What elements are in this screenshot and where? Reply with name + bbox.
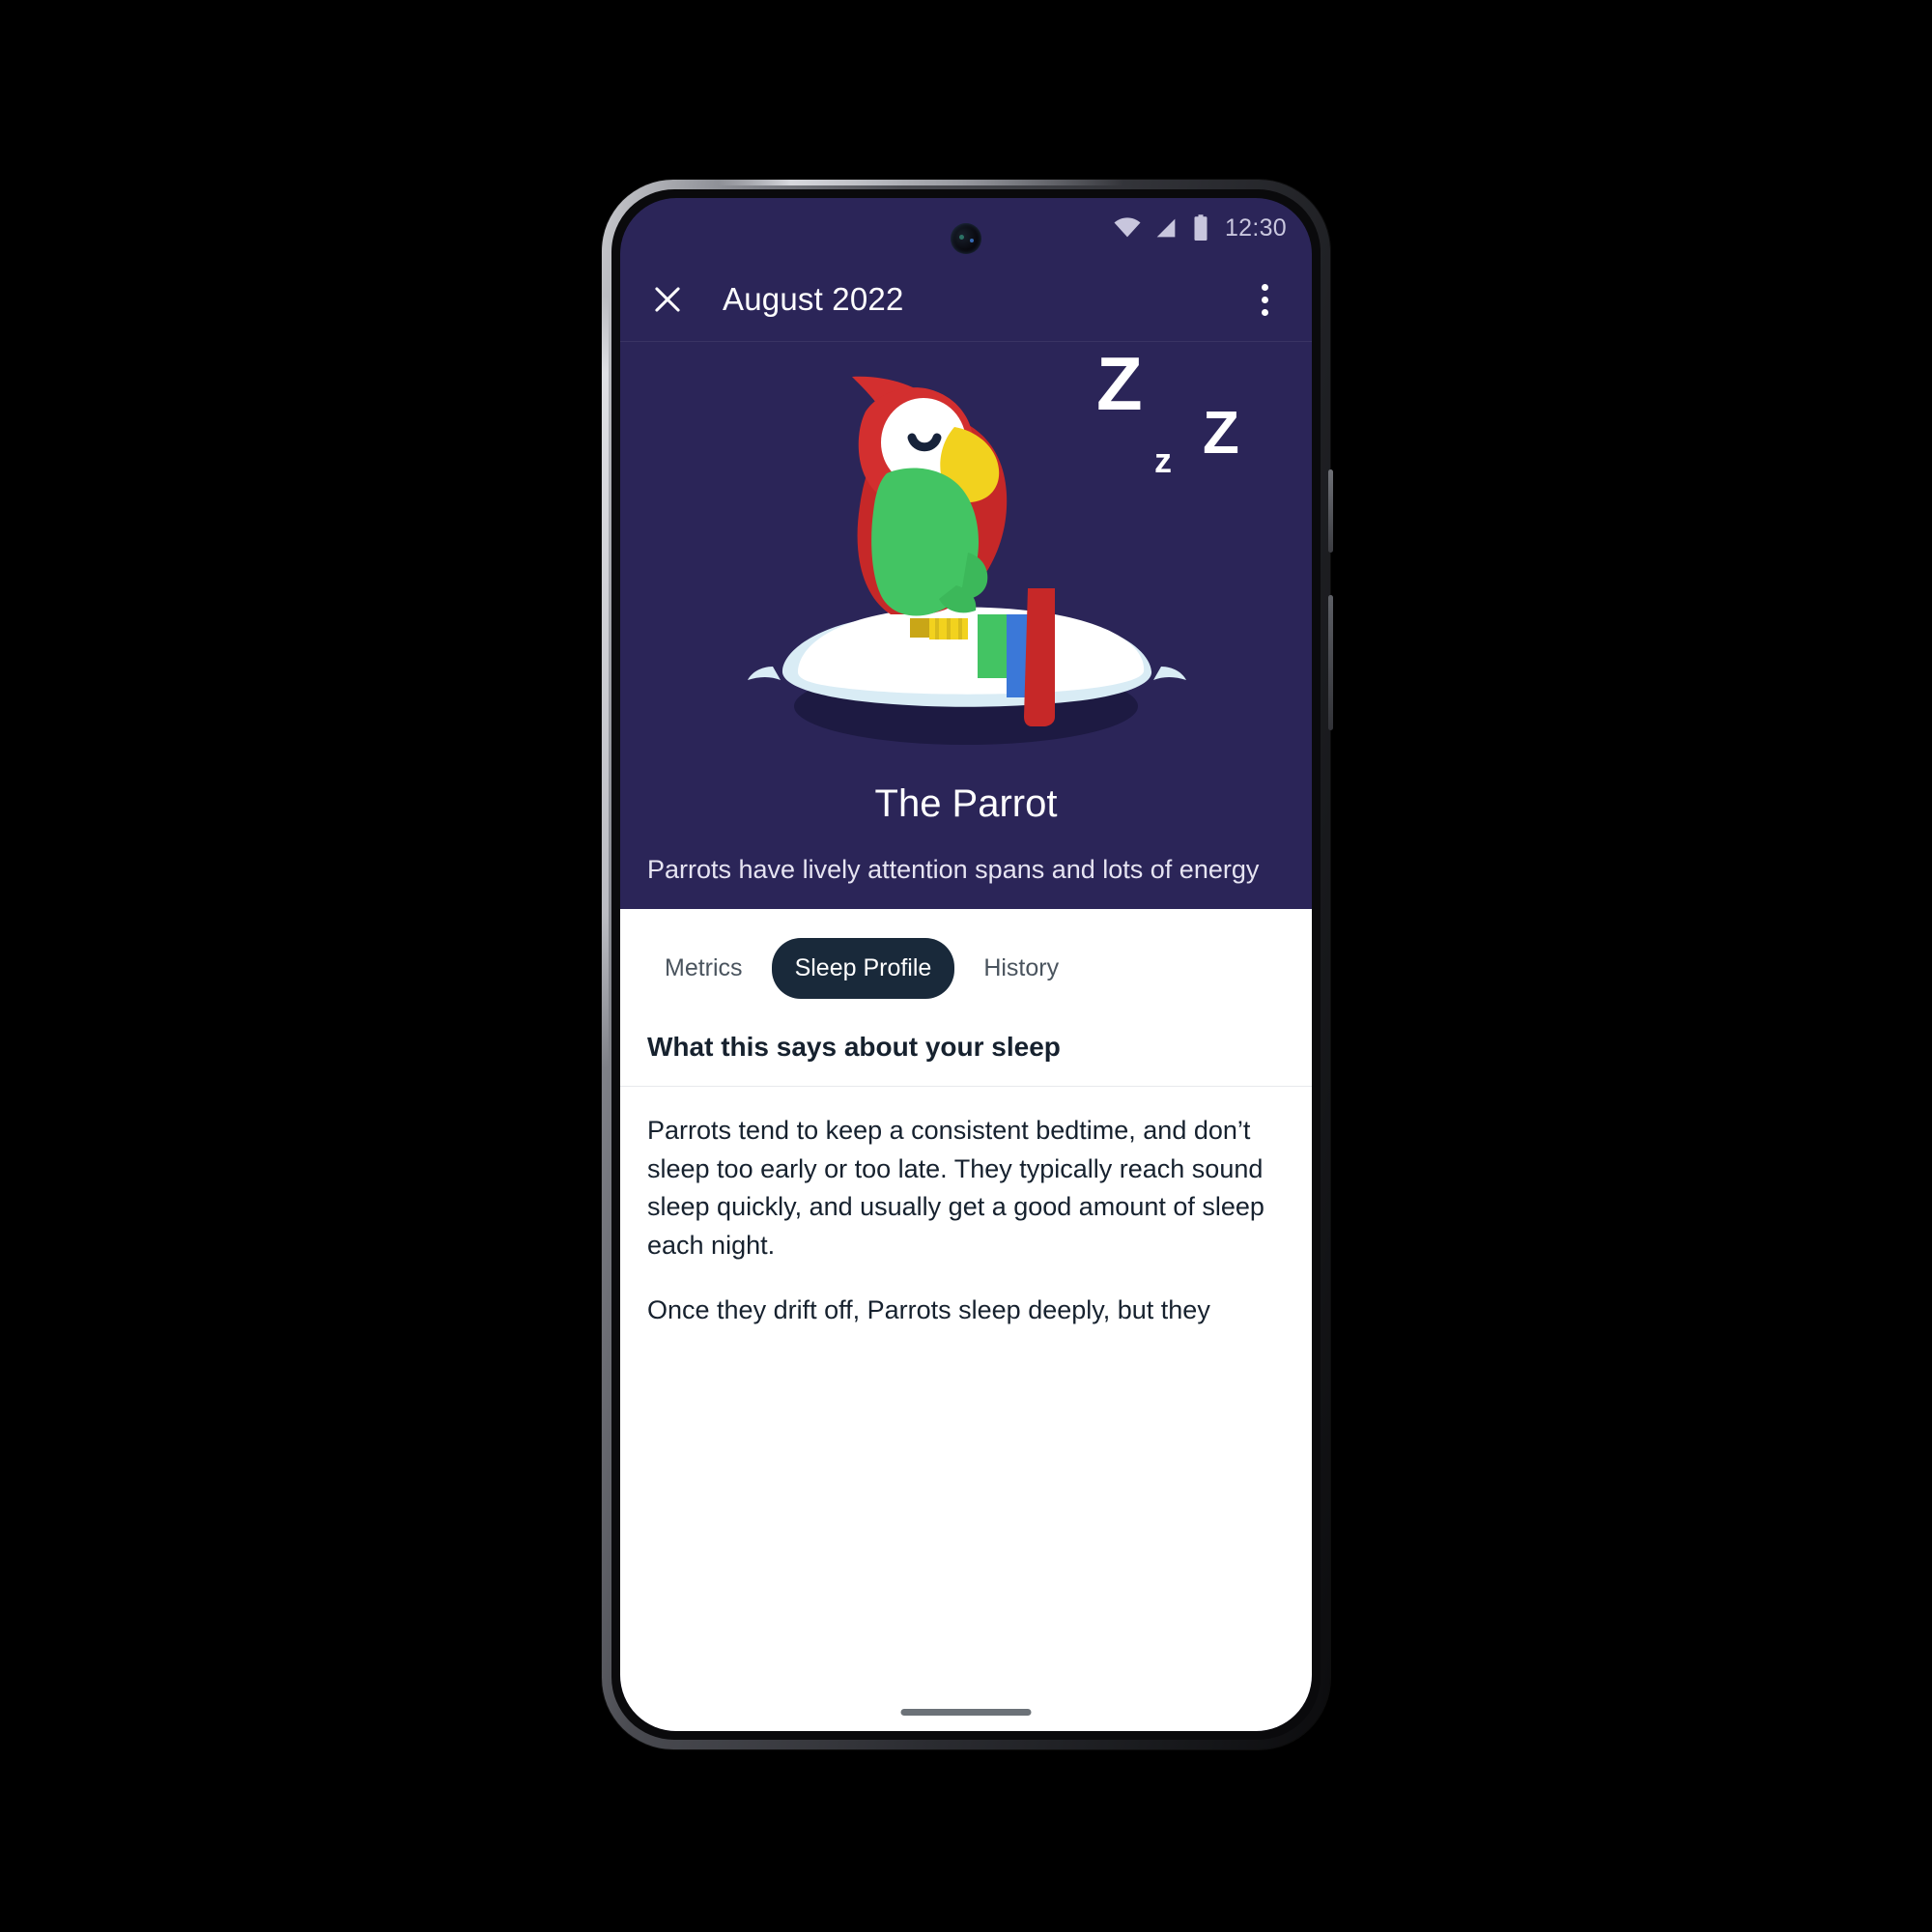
sleep-z-small: z <box>1154 440 1172 480</box>
phone-device-frame: 12:30 August 2022 Z Z z The Parrot Parro… <box>602 180 1333 1749</box>
power-button[interactable] <box>1328 469 1333 553</box>
pillow-tuft-right <box>1153 667 1186 680</box>
content-sheet: Metrics Sleep Profile History What this … <box>620 909 1312 1731</box>
volume-button[interactable] <box>1328 595 1333 730</box>
profile-description: Parrots have lively attention spans and … <box>647 855 1260 884</box>
overflow-menu-button[interactable] <box>1242 277 1287 322</box>
battery-icon <box>1190 213 1211 242</box>
phone-frame-top-highlight <box>718 180 1123 185</box>
sleep-z-medium: Z <box>1203 400 1239 467</box>
close-icon <box>649 281 686 318</box>
status-bar-clock: 12:30 <box>1224 213 1287 242</box>
sleeping-parrot-illustration: Z Z z <box>620 341 1312 777</box>
app-screen: 12:30 August 2022 Z Z z The Parrot Parro… <box>620 198 1312 1731</box>
parrot-tail-green <box>978 614 1007 678</box>
parrot-tail-red <box>1024 588 1055 726</box>
tab-sleep-profile[interactable]: Sleep Profile <box>771 938 955 1000</box>
section-heading: What this says about your sleep <box>620 1024 1312 1088</box>
tab-history[interactable]: History <box>960 938 1082 999</box>
section-body[interactable]: Parrots tend to keep a consistent bedtim… <box>620 1087 1312 1731</box>
close-button[interactable] <box>645 277 690 322</box>
pillow-front <box>797 607 1145 695</box>
profile-title: The Parrot <box>874 782 1058 825</box>
status-bar: 12:30 <box>620 198 1312 258</box>
phone-display-glass: 12:30 August 2022 Z Z z The Parrot Parro… <box>620 198 1312 1731</box>
phone-bezel: 12:30 August 2022 Z Z z The Parrot Parro… <box>611 189 1321 1740</box>
pillow-tuft-left <box>748 667 781 680</box>
app-bar: August 2022 <box>620 258 1312 342</box>
sleep-z-large: Z <box>1096 342 1143 426</box>
front-camera-punchhole <box>951 223 981 254</box>
more-vert-icon <box>1261 281 1268 319</box>
phone-frame-left-highlight <box>602 296 609 1068</box>
tab-metrics[interactable]: Metrics <box>641 938 766 999</box>
home-indicator[interactable] <box>900 1709 1032 1716</box>
cellular-signal-icon <box>1152 214 1179 242</box>
hero-section: Z Z z The Parrot Parrots have lively att… <box>620 341 1312 910</box>
wifi-icon <box>1113 213 1142 242</box>
screenshot-canvas: 12:30 August 2022 Z Z z The Parrot Parro… <box>0 0 1932 1932</box>
body-paragraph-2: Once they drift off, Parrots sleep deepl… <box>647 1294 1210 1324</box>
body-paragraph-1: Parrots tend to keep a consistent bedtim… <box>647 1116 1264 1260</box>
tab-bar: Metrics Sleep Profile History <box>620 909 1312 1024</box>
page-title: August 2022 <box>723 281 904 317</box>
